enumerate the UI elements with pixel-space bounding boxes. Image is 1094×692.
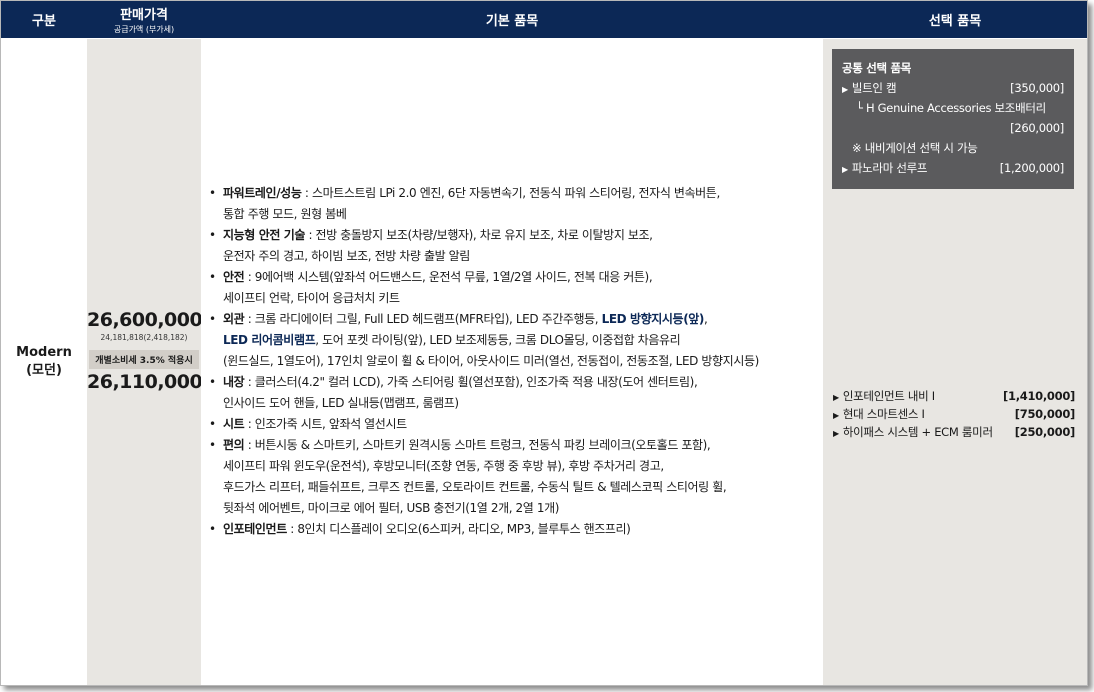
option-label: 파노라마 선루프 — [851, 161, 928, 175]
basic-items-list: 파워트레인/성능 : 스마트스트림 LPi 2.0 엔진, 6단 자동변속기, … — [209, 183, 819, 540]
item-text: , 도어 포켓 라이팅(앞), LED 보조제동등, 크롬 DLO몰딩, 이중접… — [315, 333, 681, 347]
item-text: 세이프티 파워 윈도우(운전석), 후방모니터(조향 연동, 주행 중 후방 뷰… — [223, 459, 664, 473]
option-price: [1,200,000] — [999, 161, 1065, 175]
triangle-right-icon: ▶ — [842, 165, 848, 174]
item-text: 후드가스 리프터, 패들쉬프트, 크루즈 컨트롤, 오토라이트 컨트롤, 수동식… — [223, 480, 727, 494]
common-options-box: 공통 선택 품목 ▶ 빌트인 캠 [350,000] └ H Genuine Ac… — [832, 49, 1074, 189]
trim-cell: Modern (모던) — [1, 39, 87, 685]
item-key: 안전 — [223, 270, 245, 284]
item-highlight: LED 방향지시등(앞) — [601, 312, 705, 326]
item-text: , — [704, 312, 708, 326]
list-item: 지능형 안전 기술 : 전방 충돌방지 보조(차량/보행자), 차로 유지 보조… — [209, 225, 819, 267]
header-option-label: 선택 품목 — [928, 14, 982, 29]
item-text: 뒷좌석 에어벤트, 마이크로 에어 필터, USB 충전기(1열 2개, 2열 … — [223, 501, 559, 515]
price-table: 구분 판매가격 공급가액 (부가세) 기본 품목 선택 품목 Modern (모… — [0, 0, 1088, 686]
option-price: [350,000] — [1010, 81, 1064, 95]
tax-price: 26,110,000 — [87, 371, 203, 393]
item-highlight: LED 리어콤비램프 — [223, 333, 316, 347]
table-header: 구분 판매가격 공급가액 (부가세) 기본 품목 선택 품목 — [1, 1, 1087, 38]
item-text: 인사이드 도어 핸들, LED 실내등(맵램프, 룸램프) — [223, 396, 459, 410]
list-item: 시트 : 인조가죽 시트, 앞좌석 열선시트 — [209, 414, 819, 435]
triangle-right-icon: ▶ — [833, 393, 839, 402]
base-price: 26,600,000 — [87, 309, 203, 331]
item-key: 내장 — [223, 375, 245, 389]
common-options-title: 공통 선택 품목 — [842, 61, 912, 75]
option-aux-battery: └ H Genuine Accessories 보조배터리 — [856, 101, 1046, 115]
option-aux-battery-price-row: [260,000] — [842, 119, 1064, 137]
item-text: 통합 주행 모드, 원형 봄베 — [223, 207, 347, 221]
price-cell: 26,600,000 24,181,818(2,418,182) 개별소비세 3… — [87, 39, 203, 685]
list-item: 편의 : 버튼시동 & 스마트키, 스마트키 원격시동 스마트 트렁크, 전동식… — [209, 435, 819, 519]
triangle-right-icon: ▶ — [842, 85, 848, 94]
option-price: [750,000] — [1014, 407, 1076, 421]
header-price-sub: 공급가액 (부가세) — [113, 25, 175, 34]
item-key: 인포테인먼트 — [223, 522, 287, 536]
supply-price: 24,181,818(2,418,182) — [100, 333, 188, 342]
list-item: ▶ 인포테인먼트 내비 I [1,410,000] — [833, 387, 1075, 405]
list-item: 안전 : 9에어백 시스템(앞좌석 어드밴스드, 운전석 무릎, 1열/2열 사… — [209, 267, 819, 309]
item-text: : 크롬 라디에이터 그릴, Full LED 헤드램프(MFR타입), LED… — [244, 312, 602, 326]
list-item: 인포테인먼트 : 8인치 디스플레이 오디오(6스피커, 라디오, MP3, 블… — [209, 519, 819, 540]
item-text: : 인조가죽 시트, 앞좌석 열선시트 — [244, 417, 407, 431]
item-text: : 클러스터(4.2" 컬러 LCD), 가죽 스티어링 휠(열선포함), 인조… — [244, 375, 698, 389]
option-panorama: ▶ 파노라마 선루프 [1,200,000] — [842, 159, 1064, 177]
item-text: : 스마트스트림 LPi 2.0 엔진, 6단 자동변속기, 전동식 파워 스티… — [301, 186, 720, 200]
tax-label: 개별소비세 3.5% 적용시 — [89, 350, 199, 369]
option-label: 빌트인 캠 — [851, 81, 897, 95]
list-item: ▶ 현대 스마트센스 I [750,000] — [833, 405, 1075, 423]
trim-options-list: ▶ 인포테인먼트 내비 I [1,410,000] ▶ 현대 스마트센스 I [75… — [833, 387, 1075, 441]
item-text: 세이프티 언락, 타이어 응급처치 키트 — [223, 291, 400, 305]
trim-name-en: Modern — [16, 345, 72, 360]
header-trim-label: 구분 — [32, 14, 56, 29]
trim-name: Modern (모던) — [16, 344, 72, 380]
list-item: ▶ 하이패스 시스템 + ECM 룸미러 [250,000] — [833, 423, 1075, 441]
triangle-right-icon: ▶ — [833, 429, 839, 438]
price-block: 26,600,000 24,181,818(2,418,182) 개별소비세 3… — [87, 309, 203, 393]
list-item: 내장 : 클러스터(4.2" 컬러 LCD), 가죽 스티어링 휠(열선포함),… — [209, 372, 819, 414]
item-text: : 9에어백 시스템(앞좌석 어드밴스드, 운전석 무릎, 1열/2열 사이드,… — [244, 270, 653, 284]
option-price: [1,410,000] — [1003, 389, 1075, 403]
header-basic: 기본 품목 — [201, 1, 823, 38]
option-builtin-cam: ▶ 빌트인 캠 [350,000] — [842, 79, 1064, 97]
item-key: 파워트레인/성능 — [223, 186, 302, 200]
item-key: 편의 — [223, 438, 245, 452]
item-text: 운전자 주의 경고, 하이빔 보조, 전방 차량 출발 알림 — [223, 249, 470, 263]
basic-items-cell: 파워트레인/성능 : 스마트스트림 LPi 2.0 엔진, 6단 자동변속기, … — [201, 39, 823, 685]
option-label: 인포테인먼트 내비 I — [842, 389, 935, 403]
list-item: 외관 : 크롬 라디에이터 그릴, Full LED 헤드램프(MFR타입), … — [209, 309, 819, 372]
header-price: 판매가격 공급가액 (부가세) — [87, 1, 201, 38]
option-price: [260,000] — [1010, 121, 1064, 135]
trim-name-ko: (모던) — [26, 363, 62, 378]
header-trim: 구분 — [1, 1, 87, 38]
header-price-label: 판매가격 — [120, 8, 168, 23]
option-price: [250,000] — [1014, 425, 1076, 439]
nav-note: ※ 내비게이션 선택 시 가능 — [852, 141, 978, 155]
item-key: 시트 — [223, 417, 245, 431]
header-option: 선택 품목 — [823, 1, 1087, 38]
item-text: : 전방 충돌방지 보조(차량/보행자), 차로 유지 보조, 차로 이탈방지 … — [305, 228, 653, 242]
item-key: 지능형 안전 기술 — [223, 228, 306, 242]
triangle-right-icon: ▶ — [833, 411, 839, 420]
item-text: : 버튼시동 & 스마트키, 스마트키 원격시동 스마트 트렁크, 전동식 파킹… — [244, 438, 711, 452]
header-basic-label: 기본 품목 — [485, 14, 539, 29]
item-key: 외관 — [223, 312, 245, 326]
options-cell: 공통 선택 품목 ▶ 빌트인 캠 [350,000] └ H Genuine Ac… — [823, 39, 1087, 685]
option-label: 하이패스 시스템 + ECM 룸미러 — [842, 425, 993, 439]
item-text: : 8인치 디스플레이 오디오(6스피커, 라디오, MP3, 블루투스 핸즈프… — [286, 522, 631, 536]
item-text: (윈드실드, 1열도어), 17인치 알로이 휠 & 타이어, 아웃사이드 미러… — [223, 354, 759, 368]
list-item: 파워트레인/성능 : 스마트스트림 LPi 2.0 엔진, 6단 자동변속기, … — [209, 183, 819, 225]
option-label: 현대 스마트센스 I — [842, 407, 925, 421]
